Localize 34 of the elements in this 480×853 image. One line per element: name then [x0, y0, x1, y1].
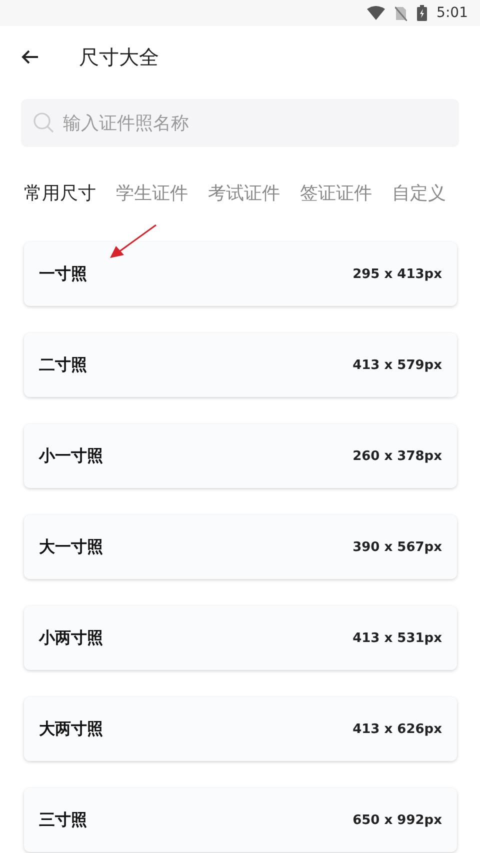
- status-time: 5:01: [436, 5, 468, 21]
- size-pixels: 390 x 567px: [352, 540, 442, 554]
- battery-icon: [416, 5, 427, 21]
- search-field[interactable]: 输入证件照名称: [21, 99, 459, 147]
- category-tab[interactable]: 学生证件: [116, 181, 188, 205]
- size-card[interactable]: 小一寸照 260 x 378px: [24, 424, 457, 488]
- size-pixels: 413 x 531px: [352, 630, 442, 646]
- size-name: 小两寸照: [39, 628, 103, 648]
- back-button[interactable]: [21, 48, 41, 66]
- size-name: 大两寸照: [39, 718, 103, 740]
- size-card[interactable]: 小两寸照 413 x 531px: [24, 606, 457, 670]
- size-card[interactable]: 三寸照 650 x 992px: [24, 788, 457, 852]
- size-pixels: 260 x 378px: [352, 448, 442, 464]
- size-name: 一寸照: [39, 264, 87, 284]
- size-card[interactable]: 一寸照 295 x 413px: [24, 242, 457, 306]
- page-title: 尺寸大全: [79, 44, 159, 70]
- size-pixels: 650 x 992px: [352, 812, 442, 828]
- category-tab[interactable]: 常用尺寸: [24, 181, 96, 205]
- size-name: 大一寸照: [39, 536, 103, 558]
- annotation-arrow: [110, 224, 158, 260]
- size-name: 小一寸照: [39, 446, 103, 466]
- category-tab[interactable]: 考试证件: [208, 181, 280, 205]
- category-tab[interactable]: 自定义: [392, 181, 446, 205]
- size-name: 三寸照: [39, 810, 87, 830]
- size-pixels: 413 x 626px: [352, 722, 442, 736]
- category-tab[interactable]: 签证证件: [300, 181, 372, 205]
- size-pixels: 413 x 579px: [352, 358, 442, 372]
- size-name: 二寸照: [39, 354, 87, 376]
- no-sim-icon: [394, 6, 407, 20]
- size-card[interactable]: 大一寸照 390 x 567px: [24, 515, 457, 579]
- size-card[interactable]: 大两寸照 413 x 626px: [24, 697, 457, 761]
- wifi-icon: [366, 6, 385, 20]
- size-card[interactable]: 二寸照 413 x 579px: [24, 333, 457, 397]
- size-pixels: 295 x 413px: [352, 266, 442, 282]
